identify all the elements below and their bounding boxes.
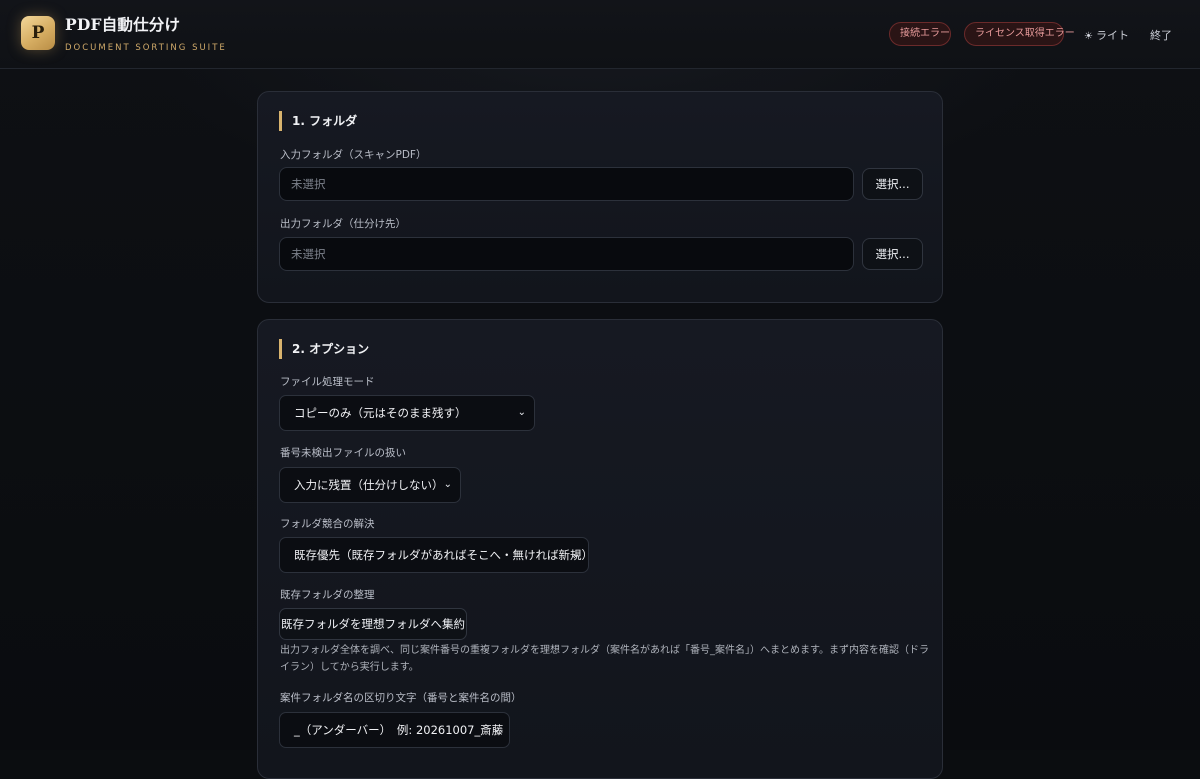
undetected-label: 番号未検出ファイルの扱い [280,447,406,459]
options-card: 2. オプション ファイル処理モード コピーのみ（元はそのまま残す） ⌄ 番号未… [257,319,943,779]
quit-button[interactable]: 終了 [1150,27,1172,43]
options-section-title: 2. オプション [279,339,369,359]
app-header: P PDF自動仕分け DOCUMENT SORTING SUITE 接続エラー … [0,0,1200,69]
output-folder-label: 出力フォルダ（仕分け先） [280,218,406,230]
separator-select[interactable]: _（アンダーバー） 例: 20261007_斎藤 ⌄ [279,712,510,748]
chevron-down-icon: ⌄ [517,407,526,418]
input-folder-select-button[interactable]: 選択... [862,168,923,200]
mode-select-value: コピーのみ（元はそのまま残す） [294,406,467,420]
conflict-select-value: 既存優先（既存フォルダがあればそこへ・無ければ新規） [294,548,593,562]
sun-icon: ☀ [1084,31,1093,42]
output-folder-field[interactable] [279,237,854,271]
app-title: PDF自動仕分け [65,15,181,34]
chevron-down-icon: ⌄ [443,479,452,490]
input-folder-field[interactable] [279,167,854,201]
undetected-select-value: 入力に残置（仕分けしない） [294,478,444,492]
conflict-select[interactable]: 既存優先（既存フォルダがあればそこへ・無ければ新規） ⌄ [279,537,593,573]
consolidate-folders-button[interactable]: 既存フォルダを理想フォルダへ集約 [279,608,467,640]
theme-toggle-button[interactable]: ☀ ライト [1084,27,1129,43]
mode-select[interactable]: コピーのみ（元はそのまま残す） ⌄ [279,395,535,431]
undetected-select[interactable]: 入力に残置（仕分けしない） ⌄ [279,467,461,503]
organize-label: 既存フォルダの整理 [280,589,375,601]
mode-label: ファイル処理モード [280,376,375,388]
folders-card: 1. フォルダ 入力フォルダ（スキャンPDF） 選択... 出力フォルダ（仕分け… [257,91,943,303]
output-folder-select-button[interactable]: 選択... [862,238,923,270]
app-logo: P [21,16,55,50]
conflict-label: フォルダ競合の解決 [280,518,375,530]
input-folder-label: 入力フォルダ（スキャンPDF） [280,149,427,161]
organize-help-text: 出力フォルダ全体を調べ、同じ案件番号の重複フォルダを理想フォルダ（案件名があれば… [280,645,929,673]
license-error-badge[interactable]: ライセンス取得エラー [964,22,1075,46]
chevron-down-icon: ⌄ [492,724,501,735]
connection-error-badge[interactable]: 接続エラー [889,22,951,46]
app-subtitle: DOCUMENT SORTING SUITE [65,43,227,53]
separator-label: 案件フォルダ名の区切り文字（番号と案件名の間） [280,692,522,704]
theme-toggle-label: ライト [1095,29,1129,42]
folders-section-title: 1. フォルダ [279,111,357,131]
chevron-down-icon: ⌄ [571,549,580,560]
separator-select-value: _（アンダーバー） 例: 20261007_斎藤 [294,723,504,737]
